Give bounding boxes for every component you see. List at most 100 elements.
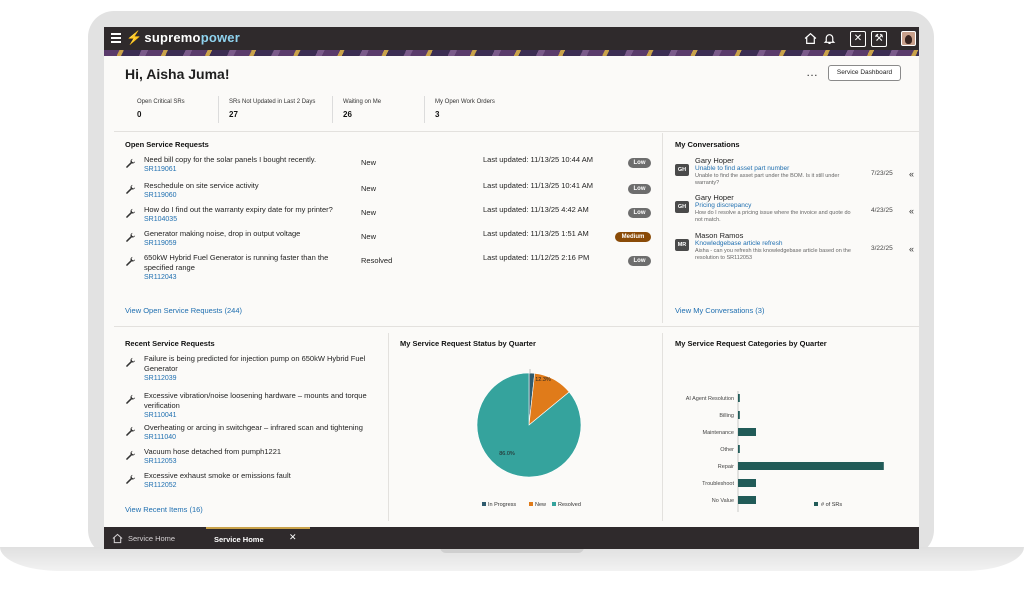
bar-other[interactable]: [738, 445, 740, 453]
kpi-not-updated[interactable]: SRs Not Updated in Last 2 Days 27: [219, 96, 333, 123]
pie-slice-label: 86.0%: [499, 451, 515, 457]
sr-title-block: Vacuum hose detached from pumph1221 SR112…: [144, 447, 384, 467]
sr-id-link[interactable]: SR112053: [144, 457, 384, 467]
categories-bar-chart[interactable]: AI Agent Resolution Billing Maintenance Oth…: [666, 355, 919, 515]
open-sr-row[interactable]: Reschedule on site service activity SR119…: [125, 181, 655, 207]
sr-id-link[interactable]: SR112043: [144, 273, 344, 283]
reply-arrow-icon[interactable]: «: [909, 244, 914, 254]
kpi-open-critical[interactable]: Open Critical SRs 0: [127, 96, 219, 123]
kpi-value: 27: [229, 110, 238, 119]
conversation-subject-link[interactable]: Knowledgebase article refresh: [695, 240, 782, 247]
sr-id-link[interactable]: SR112039: [144, 374, 384, 384]
sr-title[interactable]: Overheating or arcing in switchgear – in…: [144, 423, 384, 433]
conversation-item[interactable]: GH Gary Hoper Unable to find asset part nu…: [675, 156, 915, 190]
legend-label[interactable]: # of SRs: [821, 502, 842, 508]
legend-swatch: [814, 502, 818, 506]
sr-title-block: Need bill copy for the solar panels I bo…: [144, 155, 344, 175]
kpi-waiting-on-me[interactable]: Waiting on Me 26: [333, 96, 425, 123]
conversation-date: 3/22/25: [871, 245, 893, 252]
sr-id-link[interactable]: SR112052: [144, 481, 384, 491]
view-conversations-link[interactable]: View My Conversations (3): [675, 306, 764, 315]
sr-title[interactable]: 650kW Hybrid Fuel Generator is running f…: [144, 253, 344, 273]
close-tab-icon[interactable]: ✕: [289, 532, 297, 543]
kpi-value: 0: [137, 110, 142, 119]
kpi-strip: Open Critical SRs 0 SRs Not Updated in La…: [127, 96, 525, 123]
legend-label[interactable]: Resolved: [558, 502, 581, 508]
user-avatar[interactable]: [901, 31, 916, 46]
sr-title[interactable]: Need bill copy for the solar panels I bo…: [144, 155, 344, 165]
legend-label[interactable]: New: [535, 502, 546, 508]
sr-id-link[interactable]: SR110041: [144, 411, 384, 421]
bell-icon[interactable]: [823, 32, 836, 45]
category-tick-label: Billing: [719, 413, 734, 419]
legend-label[interactable]: In Progress: [488, 502, 516, 508]
kpi-work-orders[interactable]: My Open Work Orders 3: [425, 96, 525, 123]
bar-maintenance[interactable]: [738, 428, 756, 436]
logo-suffix: power: [200, 30, 240, 45]
conversation-subject-link[interactable]: Unable to find asset part number: [695, 165, 789, 172]
home-icon[interactable]: [804, 32, 817, 45]
legend-swatch: [529, 502, 533, 506]
bar-no-value[interactable]: [738, 496, 756, 504]
kpi-value: 3: [435, 110, 440, 119]
sr-title[interactable]: Generator making noise, drop in output v…: [144, 229, 344, 239]
service-dashboard-button[interactable]: Service Dashboard: [828, 65, 901, 81]
reply-arrow-icon[interactable]: «: [909, 169, 914, 179]
conversation-message: Unable to find the asset part under the …: [695, 173, 840, 186]
sr-last-updated: Last updated: 11/13/25 1:51 AM: [483, 229, 589, 238]
status-pie-chart[interactable]: 1.75%12.3%86.0%In ProgressNewResolved: [394, 355, 656, 515]
tab-service-home[interactable]: Service Home: [128, 534, 175, 543]
sr-title[interactable]: Excessive exhaust smoke or emissions fau…: [144, 471, 384, 481]
sr-title[interactable]: Reschedule on site service activity: [144, 181, 344, 191]
sr-id-link[interactable]: SR119061: [144, 165, 344, 175]
tools-alt-icon[interactable]: ⚒: [871, 31, 887, 47]
sr-id-link[interactable]: SR119060: [144, 191, 344, 201]
tools-icon[interactable]: ✕: [850, 31, 866, 47]
open-sr-row[interactable]: Need bill copy for the solar panels I bo…: [125, 155, 655, 181]
sr-title[interactable]: Vacuum hose detached from pumph1221: [144, 447, 384, 457]
bar-billing[interactable]: [738, 411, 740, 419]
view-open-sr-link[interactable]: View Open Service Requests (244): [125, 306, 242, 315]
category-tick-label: Repair: [718, 464, 734, 470]
sr-status: Resolved: [361, 256, 393, 265]
sr-title[interactable]: Failure is being predicted for injection…: [144, 354, 384, 374]
sr-last-updated: Last updated: 11/13/25 10:44 AM: [483, 155, 593, 164]
hamburger-menu-icon[interactable]: [111, 33, 121, 43]
sr-status: New: [361, 158, 377, 167]
open-sr-row[interactable]: 650kW Hybrid Fuel Generator is running f…: [125, 253, 655, 281]
sr-title-block: Failure is being predicted for injection…: [144, 354, 384, 384]
home-icon[interactable]: [112, 533, 123, 544]
sr-id-link[interactable]: SR119059: [144, 239, 344, 249]
sr-title[interactable]: Excessive vibration/noise loosening hard…: [144, 391, 384, 411]
open-sr-row[interactable]: Generator making noise, drop in output v…: [125, 229, 655, 255]
divider: [388, 333, 389, 521]
kpi-label: Open Critical SRs: [137, 99, 185, 105]
wrench-icon: [126, 158, 136, 168]
conversation-message: Aisha - can you refresh this knowledgeba…: [695, 248, 851, 261]
sr-title[interactable]: How do I find out the warranty expiry da…: [144, 205, 344, 215]
conversation-date: 4/23/25: [871, 207, 893, 214]
conversation-name: Gary Hoper: [695, 156, 734, 165]
sr-id-link[interactable]: SR111040: [144, 433, 384, 443]
priority-badge: Low: [628, 208, 651, 218]
conversation-item[interactable]: GH Gary Hoper Pricing discrepancy How do I …: [675, 193, 915, 227]
view-recent-items-link[interactable]: View Recent Items (16): [125, 505, 203, 514]
kpi-label: My Open Work Orders: [435, 99, 495, 105]
bar-ai-agent-resolution[interactable]: [738, 394, 740, 402]
sr-id-link[interactable]: SR104035: [144, 215, 344, 225]
divider: [662, 133, 663, 323]
bar-repair[interactable]: [738, 462, 884, 470]
bar-troubleshoot[interactable]: [738, 479, 756, 487]
reply-arrow-icon[interactable]: «: [909, 206, 914, 216]
priority-badge: Low: [628, 158, 651, 168]
sr-title-block: 650kW Hybrid Fuel Generator is running f…: [144, 253, 344, 283]
more-options-icon[interactable]: …: [806, 65, 819, 79]
conversation-subject-link[interactable]: Pricing discrepancy: [695, 202, 751, 209]
open-sr-row[interactable]: How do I find out the warranty expiry da…: [125, 205, 655, 231]
category-tick-label: No Value: [712, 498, 734, 504]
priority-badge: Low: [628, 256, 651, 266]
app-logo[interactable]: ⚡ supremopower: [126, 30, 240, 46]
sr-title-block: Excessive exhaust smoke or emissions fau…: [144, 471, 384, 491]
avatar: MR: [675, 239, 689, 251]
conversation-item[interactable]: MR Mason Ramos Knowledgebase article refre…: [675, 231, 915, 265]
